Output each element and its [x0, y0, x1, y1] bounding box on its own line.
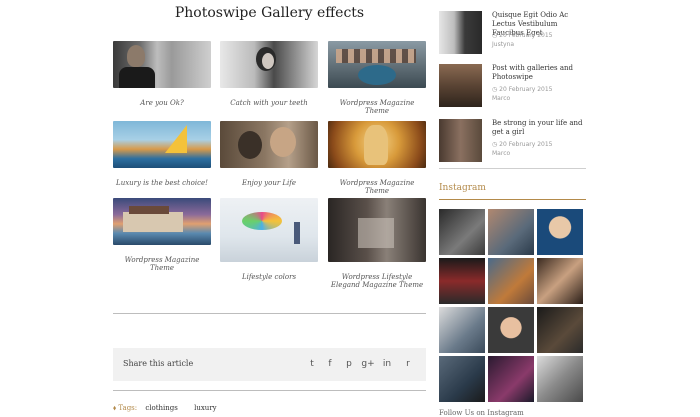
- instagram-photo[interactable]: [537, 307, 583, 353]
- gallery-item[interactable]: Wordpress Magazine Theme: [113, 198, 211, 272]
- tag-link[interactable]: clothings: [145, 404, 178, 412]
- instagram-divider: [439, 199, 586, 200]
- instagram-photo[interactable]: [488, 356, 534, 402]
- reddit-icon[interactable]: r: [401, 357, 415, 371]
- sidebar-post[interactable]: Post with galleries and Photoswipe ◷ 20 …: [439, 64, 589, 108]
- instagram-photo[interactable]: [439, 209, 485, 255]
- gallery-caption: Are you Ok?: [140, 99, 184, 107]
- instagram-photo[interactable]: [439, 356, 485, 402]
- tags-label: Tags:: [118, 404, 138, 412]
- facebook-icon[interactable]: f: [323, 357, 337, 371]
- share-bar: Share this article t f p g+ in r: [113, 348, 426, 381]
- page-title: Photoswipe Gallery effects: [174, 5, 365, 21]
- tags-row: ⬧ Tags: clothings luxury: [113, 404, 231, 413]
- post-thumbnail[interactable]: [439, 119, 482, 162]
- gallery-image[interactable]: [220, 121, 318, 168]
- sidebar-post[interactable]: Quisque Egit Odio Ac Lectus Vestibulum F…: [439, 11, 589, 55]
- gallery-caption: Wordpress Magazine Theme: [339, 179, 415, 195]
- gallery-image[interactable]: [113, 41, 211, 88]
- gallery-image[interactable]: [220, 41, 318, 88]
- content-divider: [113, 313, 426, 314]
- gallery-caption: Lifestyle colors: [241, 273, 297, 281]
- gallery-caption: Wordpress Magazine Theme: [339, 99, 415, 115]
- linkedin-icon[interactable]: in: [380, 357, 394, 371]
- gallery-caption: Wordpress Lifestyle Elegand Magazine The…: [330, 273, 424, 289]
- gallery-item[interactable]: Enjoy your Life: [220, 121, 318, 187]
- tag-icon: ⬧: [113, 404, 117, 412]
- post-date: ◷ 20 February 2015: [492, 32, 553, 39]
- instagram-photo[interactable]: [488, 258, 534, 304]
- gallery-caption: Wordpress Magazine Theme: [124, 256, 200, 272]
- gallery-item[interactable]: Are you Ok?: [113, 41, 211, 107]
- gallery-caption: Luxury is the best choice!: [116, 179, 208, 187]
- gallery-image[interactable]: [328, 198, 426, 262]
- pinterest-icon[interactable]: p: [342, 357, 356, 371]
- post-date: ◷ 20 February 2015: [492, 141, 553, 148]
- gallery-image[interactable]: [220, 198, 318, 262]
- tag-link[interactable]: luxury: [194, 404, 217, 412]
- gallery-image[interactable]: [113, 198, 211, 245]
- share-divider: [113, 390, 426, 391]
- gallery-item[interactable]: Wordpress Magazine Theme: [328, 121, 426, 195]
- gallery-item[interactable]: Luxury is the best choice!: [113, 121, 211, 187]
- instagram-heading: Instagram: [439, 183, 486, 193]
- twitter-icon[interactable]: t: [305, 357, 319, 371]
- post-author[interactable]: Justyna: [492, 41, 514, 49]
- instagram-photo[interactable]: [488, 209, 534, 255]
- instagram-photo[interactable]: [537, 356, 583, 402]
- instagram-follow-link[interactable]: Follow Us on Instagram: [439, 409, 524, 417]
- gallery-image[interactable]: [328, 41, 426, 88]
- gallery-item[interactable]: Wordpress Magazine Theme: [328, 41, 426, 115]
- gallery-caption: Catch with your teeth: [230, 99, 308, 107]
- gallery-item[interactable]: Wordpress Lifestyle Elegand Magazine The…: [328, 198, 426, 289]
- instagram-photo[interactable]: [537, 258, 583, 304]
- post-thumbnail[interactable]: [439, 64, 482, 107]
- post-title[interactable]: Post with galleries and Photoswipe: [492, 64, 590, 82]
- gallery-image[interactable]: [328, 121, 426, 168]
- google-plus-icon[interactable]: g+: [361, 357, 375, 371]
- post-date: ◷ 20 February 2015: [492, 86, 553, 93]
- instagram-photo[interactable]: [439, 307, 485, 353]
- sidebar-post[interactable]: Be strong in your life and get a girl ◷ …: [439, 119, 589, 163]
- instagram-photo[interactable]: [439, 258, 485, 304]
- gallery-item[interactable]: Lifestyle colors: [220, 198, 318, 281]
- sidebar-divider: [439, 168, 586, 169]
- post-author[interactable]: Marco: [492, 150, 510, 158]
- share-label: Share this article: [123, 359, 194, 368]
- gallery-image[interactable]: [113, 121, 211, 168]
- post-thumbnail[interactable]: [439, 11, 482, 54]
- instagram-grid: [439, 209, 586, 404]
- post-author[interactable]: Marco: [492, 95, 510, 103]
- post-title[interactable]: Be strong in your life and get a girl: [492, 119, 590, 137]
- instagram-photo[interactable]: [537, 209, 583, 255]
- gallery-caption: Enjoy your Life: [241, 179, 297, 187]
- instagram-photo[interactable]: [488, 307, 534, 353]
- gallery-item[interactable]: Catch with your teeth: [220, 41, 318, 107]
